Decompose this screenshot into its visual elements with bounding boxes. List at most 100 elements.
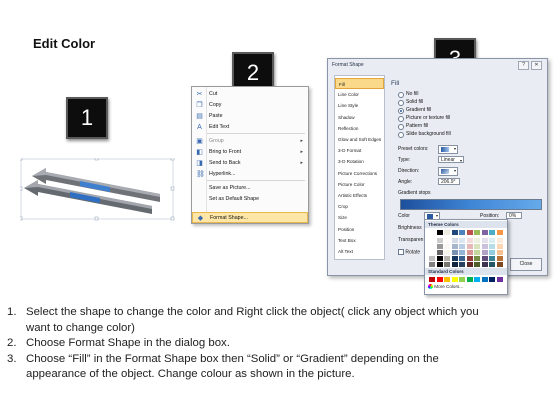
- nav-item[interactable]: Size: [335, 212, 384, 223]
- theme-color-swatch[interactable]: [429, 250, 435, 255]
- theme-color-swatch[interactable]: [466, 256, 473, 261]
- nav-item[interactable]: 3-D Rotation: [335, 156, 384, 167]
- standard-color-swatch[interactable]: [459, 277, 465, 282]
- nav-item[interactable]: 3-D Format: [335, 145, 384, 156]
- nav-item[interactable]: Line Color: [335, 89, 384, 100]
- theme-color-swatch[interactable]: [481, 244, 488, 249]
- standard-color-swatch[interactable]: [451, 277, 458, 282]
- theme-color-swatch[interactable]: [481, 230, 488, 235]
- theme-color-swatch[interactable]: [436, 250, 443, 255]
- theme-color-swatch[interactable]: [429, 256, 435, 261]
- theme-color-swatch[interactable]: [444, 262, 450, 267]
- nav-item[interactable]: Crop: [335, 201, 384, 212]
- theme-color-swatch[interactable]: [474, 250, 480, 255]
- theme-color-swatch[interactable]: [436, 262, 443, 267]
- theme-color-swatch[interactable]: [429, 238, 435, 243]
- theme-color-swatch[interactable]: [489, 256, 495, 261]
- fill-option-radio[interactable]: Slide background fill: [398, 131, 518, 138]
- theme-color-swatch[interactable]: [496, 244, 503, 249]
- theme-color-swatch[interactable]: [481, 250, 488, 255]
- standard-color-swatch[interactable]: [444, 277, 450, 282]
- standard-color-swatch[interactable]: [489, 277, 495, 282]
- theme-color-swatch[interactable]: [496, 250, 503, 255]
- context-menu-item[interactable]: A Edit Text: [192, 122, 308, 133]
- theme-color-swatch[interactable]: [436, 256, 443, 261]
- theme-color-swatch[interactable]: [481, 256, 488, 261]
- nav-item[interactable]: Artistic Effects: [335, 190, 384, 201]
- theme-color-swatch[interactable]: [436, 238, 443, 243]
- theme-color-swatch[interactable]: [451, 256, 458, 261]
- theme-color-swatch[interactable]: [459, 256, 465, 261]
- nav-item[interactable]: Position: [335, 224, 384, 235]
- standard-color-swatch[interactable]: [436, 277, 443, 282]
- theme-color-swatch[interactable]: [436, 244, 443, 249]
- theme-color-swatch[interactable]: [459, 262, 465, 267]
- theme-color-swatch[interactable]: [444, 244, 450, 249]
- theme-color-swatch[interactable]: [466, 262, 473, 267]
- standard-color-swatch[interactable]: [496, 277, 503, 282]
- theme-color-swatch[interactable]: [481, 262, 488, 267]
- context-menu-item[interactable]: ▤ Paste: [192, 111, 308, 122]
- position-input[interactable]: 0%: [506, 212, 522, 219]
- theme-color-swatch[interactable]: [444, 238, 450, 243]
- theme-color-swatch[interactable]: [489, 250, 495, 255]
- theme-color-swatch[interactable]: [489, 262, 495, 267]
- fill-option-radio[interactable]: Picture or texture fill: [398, 115, 518, 122]
- theme-color-swatch[interactable]: [481, 238, 488, 243]
- context-menu-item[interactable]: ◧ Bring to Front ▸: [192, 147, 308, 158]
- angle-input[interactable]: 206.9°: [438, 178, 460, 185]
- context-menu-item[interactable]: ◆ Format Shape...: [192, 212, 308, 223]
- context-menu-item[interactable]: ⛓ Hyperlink...: [192, 169, 308, 180]
- gradient-stops-bar[interactable]: [400, 199, 542, 210]
- theme-color-swatch[interactable]: [474, 262, 480, 267]
- nav-item[interactable]: Text Box: [335, 235, 384, 246]
- nav-item[interactable]: Shadow: [335, 112, 384, 123]
- fill-option-radio[interactable]: Pattern fill: [398, 123, 518, 130]
- help-button[interactable]: ?: [518, 61, 529, 70]
- theme-color-swatch[interactable]: [474, 244, 480, 249]
- fill-option-radio[interactable]: No fill: [398, 91, 518, 98]
- type-dropdown[interactable]: Linear ▾: [438, 156, 464, 163]
- nav-item[interactable]: Line Style: [335, 100, 384, 111]
- theme-color-swatch[interactable]: [496, 256, 503, 261]
- nav-item[interactable]: Fill: [335, 78, 384, 89]
- theme-color-swatch[interactable]: [466, 250, 473, 255]
- theme-color-swatch[interactable]: [466, 238, 473, 243]
- theme-color-swatch[interactable]: [451, 230, 458, 235]
- rotate-checkbox[interactable]: [398, 249, 404, 255]
- theme-color-swatch[interactable]: [474, 230, 480, 235]
- theme-color-swatch[interactable]: [489, 244, 495, 249]
- theme-color-swatch[interactable]: [496, 230, 503, 235]
- theme-color-swatch[interactable]: [489, 230, 495, 235]
- theme-color-swatch[interactable]: [429, 244, 435, 249]
- theme-color-swatch[interactable]: [496, 238, 503, 243]
- theme-color-swatch[interactable]: [459, 230, 465, 235]
- fill-option-radio[interactable]: Gradient fill: [398, 107, 518, 114]
- theme-color-swatch[interactable]: [444, 250, 450, 255]
- context-menu-item[interactable]: Set as Default Shape: [192, 194, 308, 205]
- theme-color-swatch[interactable]: [459, 244, 465, 249]
- double-arrow-graphic[interactable]: [18, 156, 180, 223]
- theme-color-swatch[interactable]: [451, 262, 458, 267]
- theme-color-swatch[interactable]: [496, 262, 503, 267]
- selected-arrow-shapes[interactable]: [18, 156, 180, 223]
- theme-color-swatch[interactable]: [451, 250, 458, 255]
- context-menu-item[interactable]: ◨ Send to Back ▸: [192, 158, 308, 169]
- standard-color-swatch[interactable]: [474, 277, 480, 282]
- theme-color-swatch[interactable]: [474, 238, 480, 243]
- theme-color-swatch[interactable]: [451, 238, 458, 243]
- fill-option-radio[interactable]: Solid fill: [398, 99, 518, 106]
- close-button[interactable]: Close: [510, 258, 542, 271]
- theme-color-swatch[interactable]: [444, 230, 450, 235]
- context-menu-item[interactable]: ✂ Cut: [192, 89, 308, 100]
- standard-color-swatch[interactable]: [466, 277, 473, 282]
- direction-dropdown[interactable]: ▾: [438, 167, 458, 176]
- theme-color-swatch[interactable]: [474, 256, 480, 261]
- context-menu-item[interactable]: Save as Picture...: [192, 183, 308, 194]
- theme-color-swatch[interactable]: [444, 256, 450, 261]
- theme-color-swatch[interactable]: [451, 244, 458, 249]
- theme-color-swatch[interactable]: [466, 244, 473, 249]
- nav-item[interactable]: Alt Text: [335, 246, 384, 257]
- theme-color-swatch[interactable]: [436, 230, 443, 235]
- theme-color-swatch[interactable]: [466, 230, 473, 235]
